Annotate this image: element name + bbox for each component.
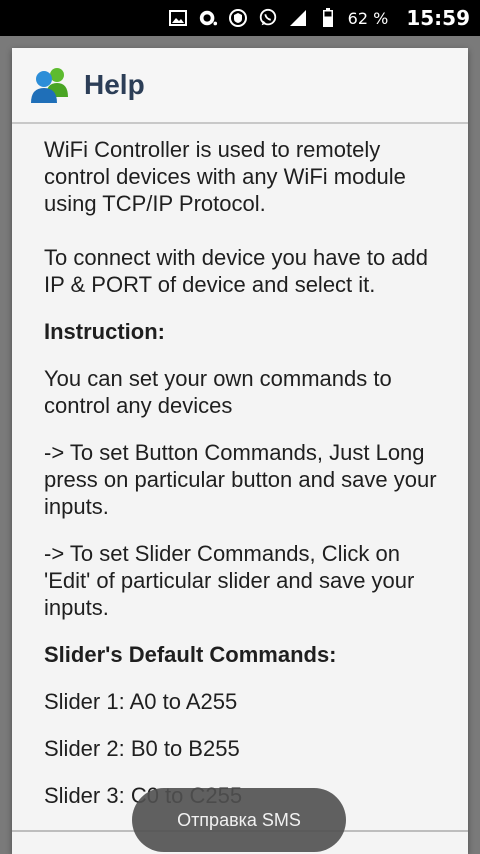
- status-icons: 62 % 15:59: [168, 0, 470, 36]
- instruction-heading: Instruction:: [44, 319, 165, 344]
- gallery-icon: [168, 8, 188, 28]
- clock: 15:59: [406, 6, 470, 30]
- shield-icon: [228, 8, 248, 28]
- dialog-title: Help: [84, 69, 145, 100]
- toast-text: Отправка SMS: [177, 809, 301, 830]
- slider-defaults-heading: Slider's Default Commands:: [44, 642, 337, 667]
- users-icon: [28, 63, 72, 107]
- slider-default-item: Slider 2: B0 to B255: [44, 736, 240, 761]
- help-paragraph: To connect with device you have to add I…: [44, 245, 429, 297]
- status-bar: 62 % 15:59: [0, 0, 480, 36]
- battery-percent: 62 %: [347, 8, 389, 28]
- whatsapp-icon: [258, 8, 278, 28]
- help-dialog: Help WiFi Controller is used to remotely…: [12, 48, 468, 854]
- battery-icon: [318, 8, 338, 28]
- help-paragraph: -> To set Slider Commands, Click on 'Edi…: [44, 541, 415, 620]
- signal-icon: [288, 8, 308, 28]
- dialog-body-scroll[interactable]: WiFi Controller is used to remotely cont…: [12, 124, 468, 828]
- sync-icon: [198, 8, 218, 28]
- toast-message: Отправка SMS: [132, 788, 346, 852]
- help-paragraph: -> To set Button Commands, Just Long pre…: [44, 440, 437, 519]
- slider-default-item: Slider 1: A0 to A255: [44, 689, 238, 714]
- help-paragraph: You can set your own commands to control…: [44, 366, 392, 418]
- help-paragraph: WiFi Controller is used to remotely cont…: [44, 137, 406, 216]
- help-content: WiFi Controller is used to remotely cont…: [44, 136, 448, 809]
- dialog-header: Help: [12, 48, 468, 124]
